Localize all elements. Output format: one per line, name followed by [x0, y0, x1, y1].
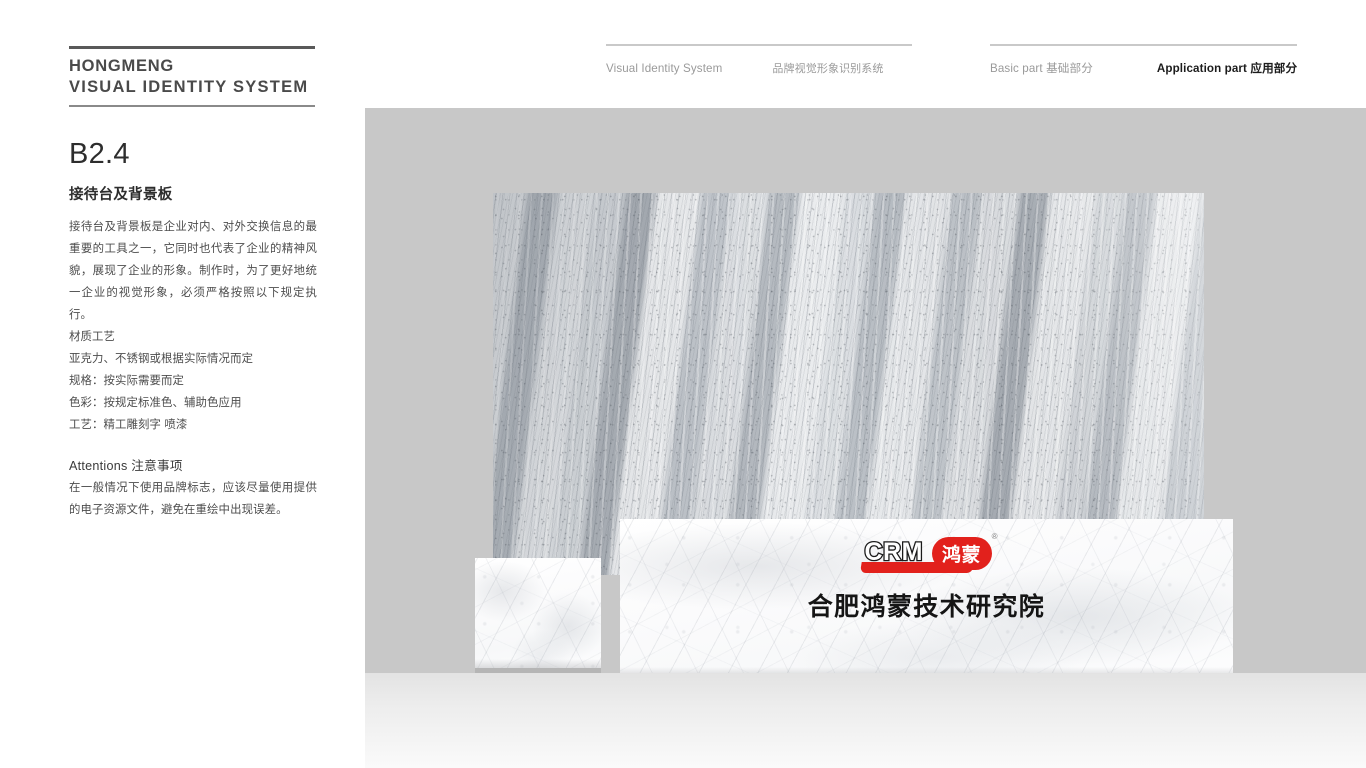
side-panel-marble-specks: [475, 558, 601, 668]
spec-line: 亚克力、不锈钢或根据实际情况而定: [69, 353, 254, 365]
spec-line: 材质工艺: [69, 331, 116, 343]
nav-item-basic-part-en: Basic part: [990, 62, 1043, 75]
brand-header: HONGMENG VISUAL IDENTITY SYSTEM: [69, 46, 315, 108]
spec-line: 规格：按实际需要而定: [69, 375, 185, 387]
nav-left-rule: [606, 44, 912, 46]
wall-light-band: [1019, 193, 1204, 575]
nav-item-application-part-en: Application part: [1156, 62, 1248, 75]
nav-group-right: Basic part 基础部分 Application part 应用部分: [990, 44, 1297, 76]
company-name: 合肥鸿蒙技术研究院: [807, 592, 1046, 621]
page-root: HONGMENG VISUAL IDENTITY SYSTEM Visual I…: [0, 0, 1366, 768]
reception-side-panel: [475, 558, 601, 668]
nav-right-rule: [990, 44, 1297, 46]
registered-trademark-icon: ®: [991, 532, 998, 541]
nav-item-visual-identity-system-cn[interactable]: 品牌视觉形象识别系统: [772, 60, 883, 76]
nav-right-row: Basic part 基础部分 Application part 应用部分: [990, 60, 1297, 76]
reception-desk-front: CRM CRM 鸿蒙 ® 合肥鸿蒙技术研究院: [620, 519, 1233, 676]
desk-logo-lockup: CRM CRM 鸿蒙 ® 合肥鸿蒙技术研究院: [620, 533, 1233, 623]
brand-line-2: VISUAL IDENTITY SYSTEM: [69, 78, 309, 97]
crm-hongmeng-logo: CRM CRM 鸿蒙 ®: [859, 533, 998, 575]
nav-item-application-part[interactable]: Application part 应用部分: [1157, 60, 1297, 76]
attentions-body: 在一般情况下使用品牌标志，应该尽量使用提供的电子资源文件，避免在重绘中出现误差。: [69, 482, 317, 516]
spec-line: 色彩：按规定标准色、辅助色应用: [69, 397, 242, 409]
logo-latin-fill: CRM: [864, 538, 923, 566]
section-title: 接待台及背景板: [69, 187, 173, 203]
brand-line-1: HONGMENG: [69, 57, 174, 75]
section-paragraph: 接待台及背景板是企业对内、对外交换信息的最重要的工具之一，它同时也代表了企业的精…: [69, 221, 317, 321]
attentions-heading: Attentions 注意事项: [69, 459, 183, 473]
nav-group-left: Visual Identity System 品牌视觉形象识别系统: [606, 44, 912, 76]
background-wall-panel: [493, 193, 1204, 575]
mockup-scene: CRM CRM 鸿蒙 ® 合肥鸿蒙技术研究院: [365, 108, 1366, 768]
spec-line: 工艺：精工雕刻字 喷漆: [69, 419, 188, 431]
brand-rule-bottom: [69, 105, 315, 108]
nav-item-visual-identity-system[interactable]: Visual Identity System: [606, 62, 722, 75]
nav-item-basic-part[interactable]: Basic part 基础部分: [990, 60, 1093, 76]
scene-floor: [365, 673, 1366, 768]
section-copy: B2.4 接待台及背景板 接待台及背景板是企业对内、对外交换信息的最重要的工具之…: [69, 140, 317, 521]
nav-item-basic-part-cn: 基础部分: [1046, 62, 1093, 75]
logo-chinese-characters: 鸿蒙: [941, 544, 981, 566]
side-panel-bottom-shade: [475, 659, 601, 668]
brand-names: HONGMENG VISUAL IDENTITY SYSTEM: [69, 49, 315, 101]
section-spec-list: 材质工艺 亚克力、不锈钢或根据实际情况而定 规格：按实际需要而定 色彩：按规定标…: [69, 326, 317, 436]
nav-item-application-part-cn: 应用部分: [1250, 62, 1298, 75]
nav-left-row: Visual Identity System 品牌视觉形象识别系统: [606, 60, 912, 76]
section-number: B2.4: [69, 138, 130, 170]
wall-dark-band: [493, 193, 650, 575]
